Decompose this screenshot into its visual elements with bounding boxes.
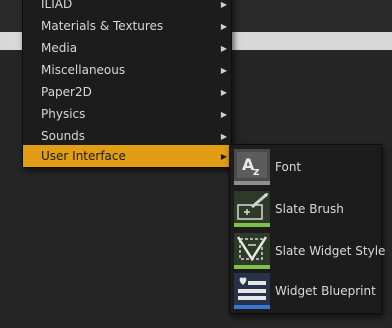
- menu-item-media[interactable]: Media ▶: [23, 37, 231, 59]
- submenu-item-label: Slate Brush: [275, 202, 344, 216]
- slate-widget-style-icon: [234, 233, 270, 269]
- user-interface-submenu: A z Font Slate Brush Slate Widget Style …: [229, 144, 385, 314]
- submenu-item-slate-brush[interactable]: Slate Brush: [234, 189, 379, 229]
- menu-item-label: Media: [41, 41, 78, 55]
- menu-item-physics[interactable]: Physics ▶: [23, 103, 231, 125]
- menu-item-label: Sounds: [41, 129, 86, 143]
- chevron-right-icon: ▶: [220, 43, 228, 53]
- svg-text:z: z: [253, 165, 259, 178]
- menu-item-label: Materials & Textures: [41, 19, 164, 33]
- submenu-item-label: Font: [275, 160, 302, 174]
- chevron-right-icon: ▶: [220, 0, 228, 9]
- menu-item-materials-textures[interactable]: Materials & Textures ▶: [23, 15, 231, 37]
- menu-item-label: ILIAD: [41, 0, 73, 11]
- menu-item-label: Miscellaneous: [41, 63, 126, 77]
- chevron-right-icon: ▶: [220, 109, 228, 119]
- context-menu: ILIAD ▶ Materials & Textures ▶ Media ▶ M…: [22, 0, 232, 168]
- submenu-item-label: Widget Blueprint: [275, 284, 376, 298]
- menu-item-label: Physics: [41, 107, 86, 121]
- submenu-item-slate-widget-style[interactable]: Slate Widget Style: [234, 231, 385, 271]
- menu-item-paper2d[interactable]: Paper2D ▶: [23, 81, 231, 103]
- chevron-right-icon: ▶: [220, 87, 228, 97]
- chevron-right-icon: ▶: [220, 131, 228, 141]
- menu-item-user-interface[interactable]: User Interface ▶: [23, 145, 231, 167]
- menu-item-iliad[interactable]: ILIAD ▶: [23, 0, 231, 15]
- submenu-item-font[interactable]: A z Font: [234, 147, 379, 187]
- widget-blueprint-icon: [234, 273, 270, 309]
- menu-item-label: User Interface: [41, 149, 126, 163]
- slate-brush-icon: [234, 191, 270, 227]
- font-icon: A z: [234, 149, 270, 185]
- chevron-right-icon: ▶: [220, 21, 228, 31]
- menu-item-miscellaneous[interactable]: Miscellaneous ▶: [23, 59, 231, 81]
- chevron-right-icon: ▶: [220, 65, 228, 75]
- submenu-item-widget-blueprint[interactable]: Widget Blueprint: [234, 271, 379, 311]
- menu-item-label: Paper2D: [41, 85, 92, 99]
- menu-item-sounds[interactable]: Sounds ▶: [23, 125, 231, 147]
- submenu-item-label: Slate Widget Style: [275, 244, 386, 258]
